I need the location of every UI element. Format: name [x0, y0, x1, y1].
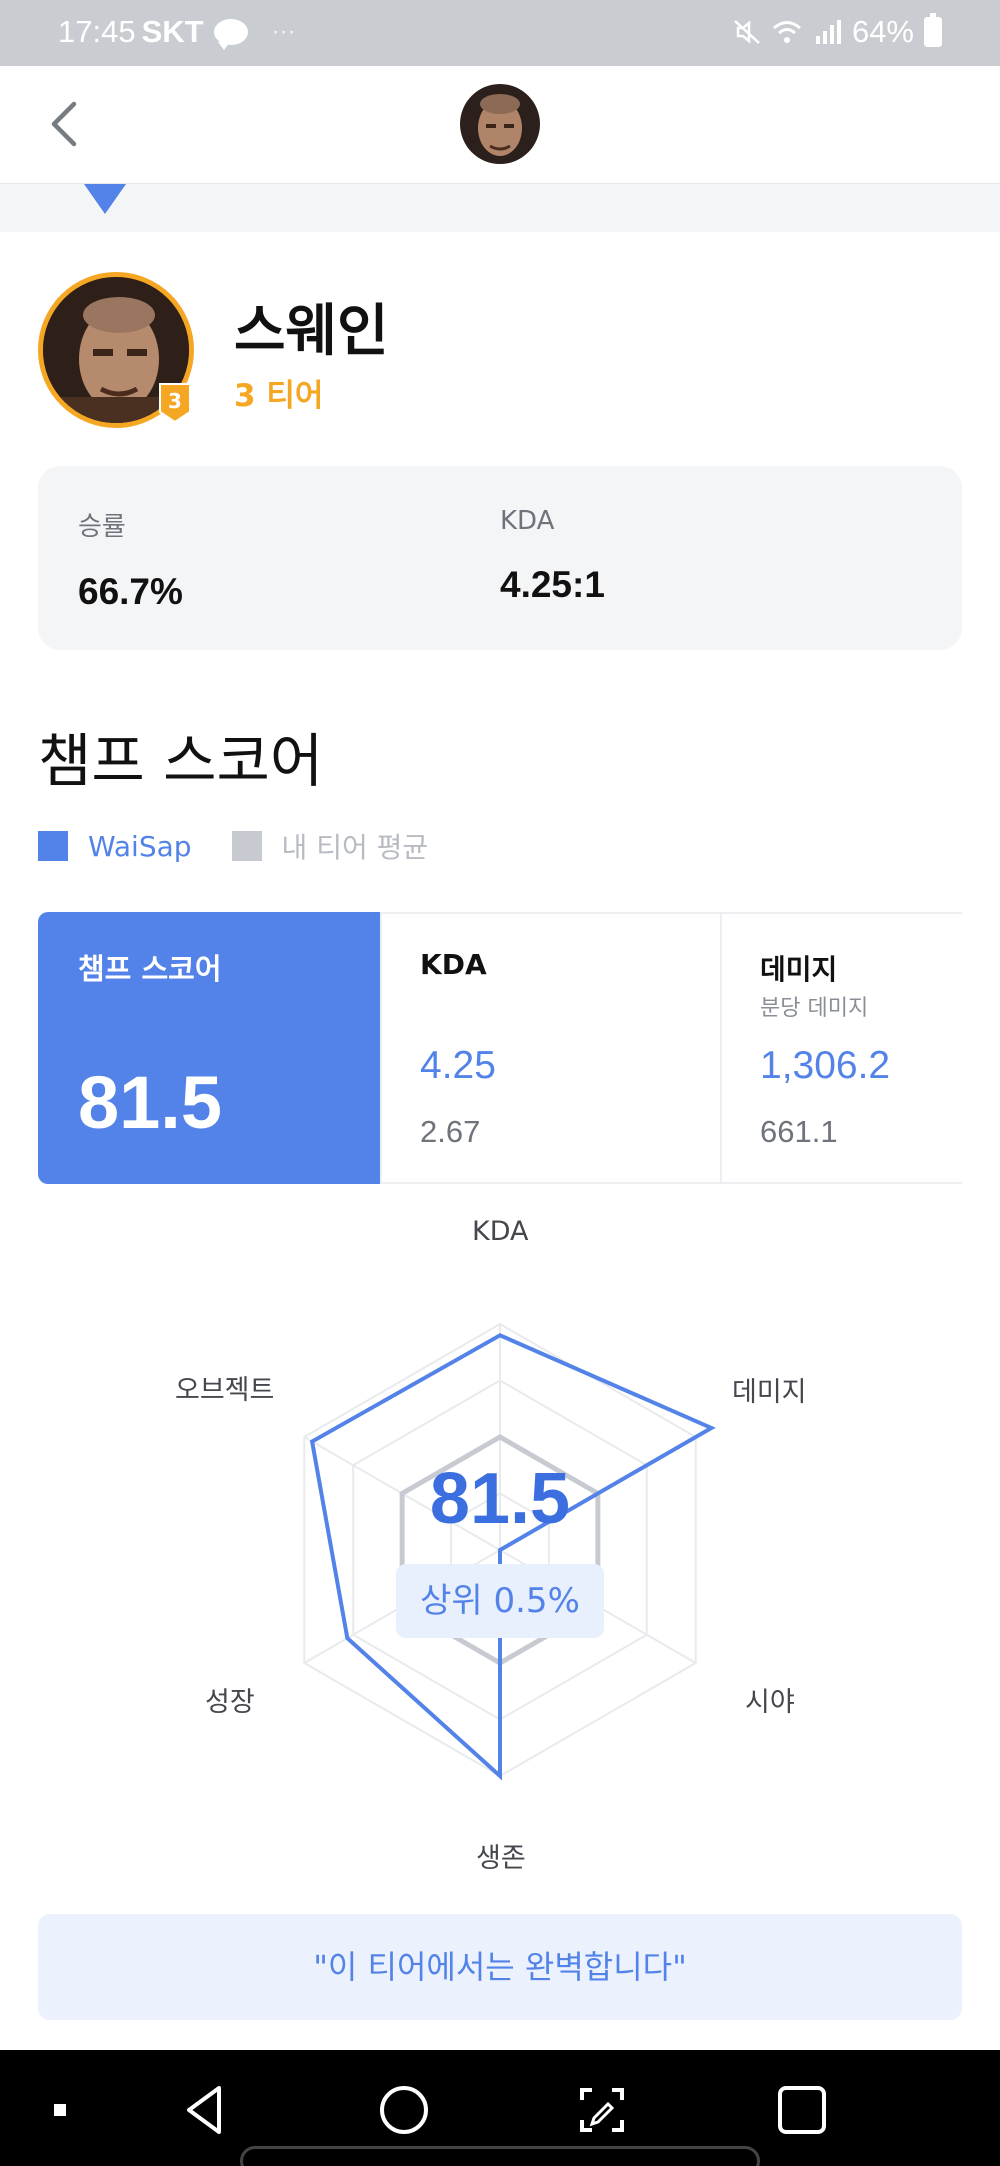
win-rate-value: 66.7%	[78, 571, 183, 612]
champion-name: 스웨인	[234, 299, 389, 364]
legend-swatch-mine	[38, 831, 68, 861]
section-divider	[0, 184, 1000, 232]
section-title: 챔프 스코어	[38, 727, 324, 795]
legend-label-mine: WaiSap	[88, 829, 192, 863]
tier-badge-number: 3	[168, 389, 182, 413]
radar-chart-svg	[303, 1322, 716, 1781]
win-rate-label: 승률	[78, 512, 126, 542]
mute-icon	[734, 20, 760, 44]
score-cards: 챔프 스코어 81.5 KDA 4.25 2.67 데미지 분당 데미지 1,3…	[38, 912, 962, 1184]
kda-value: 4.25:1	[500, 564, 605, 605]
talk-notification-icon	[213, 19, 248, 50]
radar-chart: KDA 데미지 시야 생존 성장 오브젝트 81.5 상위 0.5%	[0, 1200, 1000, 1890]
tier-badge-icon: 3	[159, 383, 191, 424]
home-indicator	[240, 2146, 760, 2166]
champion-tier: 3 티어	[234, 378, 324, 414]
damage-card[interactable]: 데미지 분당 데미지 1,306.2 661.1	[720, 912, 962, 1184]
radar-axis-damage: 데미지	[732, 1377, 807, 1408]
legend-swatch-average	[231, 831, 262, 861]
status-left: 17:45 SKT ···	[58, 14, 296, 50]
radar-score: 81.5	[429, 1459, 571, 1539]
kda-card-average: 2.67	[420, 1114, 481, 1149]
kda-label: KDA	[500, 506, 555, 536]
damage-card-subtitle: 분당 데미지	[760, 996, 869, 1021]
nav-recent-button[interactable]	[772, 2080, 832, 2140]
champ-score-card-value: 81.5	[78, 1061, 223, 1144]
kda-card-title: KDA	[420, 948, 487, 981]
damage-card-title: 데미지	[760, 953, 838, 986]
win-rate-stat: 승률 66.7%	[78, 506, 183, 613]
back-button[interactable]	[40, 94, 90, 154]
radar-axis-kda: KDA	[472, 1216, 529, 1247]
chart-legend: WaiSap 내 티어 평균	[38, 826, 468, 866]
app-bar	[0, 66, 1000, 184]
radar-axis-survival: 생존	[476, 1843, 526, 1874]
status-carrier: SKT	[141, 14, 204, 49]
nav-capture-button[interactable]	[572, 2080, 632, 2140]
more-notifications-icon: ···	[271, 18, 296, 45]
signal-icon	[815, 20, 841, 44]
damage-card-average: 661.1	[760, 1114, 838, 1149]
battery-percent: 64%	[851, 14, 914, 49]
status-time: 17:45	[58, 14, 136, 49]
kda-card-mine: 4.25	[420, 1044, 496, 1087]
champion-portrait-icon	[460, 84, 540, 164]
rank-badge: 상위 0.5%	[396, 1564, 604, 1638]
nav-back-button[interactable]	[175, 2080, 235, 2140]
legend-item-mine: WaiSap	[38, 830, 192, 863]
position-marker-icon	[84, 184, 126, 214]
status-right: 64%	[732, 13, 942, 50]
radar-axis-objective: 오브젝트	[175, 1375, 275, 1406]
kda-card[interactable]: KDA 4.25 2.67	[380, 912, 722, 1184]
status-bar: 17:45 SKT ··· 64%	[0, 0, 1000, 66]
champ-score-card[interactable]: 챔프 스코어 81.5	[38, 912, 380, 1184]
wifi-icon	[772, 21, 801, 43]
summary-card: 승률 66.7% KDA 4.25:1	[38, 466, 962, 650]
nav-dot-icon	[54, 2104, 66, 2116]
evaluation-comment: "이 티어에서는 완벽합니다"	[38, 1914, 962, 2020]
legend-label-average: 내 티어 평균	[281, 831, 429, 864]
damage-card-mine: 1,306.2	[760, 1044, 891, 1087]
battery-icon	[924, 13, 942, 47]
legend-item-average: 내 티어 평균	[231, 826, 429, 866]
header-champion-avatar[interactable]	[460, 84, 540, 164]
kda-stat: KDA 4.25:1	[500, 506, 605, 606]
radar-axis-growth: 성장	[205, 1687, 255, 1718]
nav-home-button[interactable]	[374, 2080, 434, 2140]
radar-axis-vision: 시야	[745, 1687, 795, 1718]
champ-score-card-title: 챔프 스코어	[78, 952, 222, 986]
